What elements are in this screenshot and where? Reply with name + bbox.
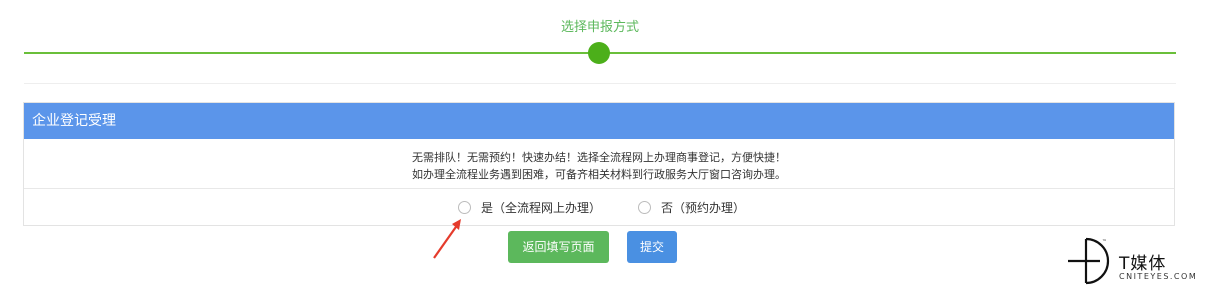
option-yes[interactable]: 是（全流程网上办理） bbox=[458, 199, 601, 216]
step-label: 选择申报方式 bbox=[560, 20, 639, 35]
watermark-subtitle: CNITEYES.COM bbox=[1119, 272, 1198, 281]
red-arrow-icon bbox=[433, 219, 461, 259]
registration-panel: 企业登记受理 无需排队！无需预约！快速办结！选择全流程网上办理商事登记，方便快捷… bbox=[23, 102, 1175, 226]
radio-button-no[interactable] bbox=[638, 201, 651, 214]
panel-message: 无需排队！无需预约！快速办结！选择全流程网上办理商事登记，方便快捷！ 如办理全流… bbox=[24, 139, 1174, 189]
option-no[interactable]: 否（预约办理） bbox=[638, 199, 745, 216]
back-to-edit-button[interactable]: 返回填写页面 bbox=[508, 231, 609, 263]
watermark: ™ T媒体 CNITEYES.COM bbox=[1064, 235, 1214, 287]
option-row: 是（全流程网上办理） 否（预约办理） bbox=[24, 189, 1174, 225]
watermark-logo-icon: ™ bbox=[1068, 237, 1110, 285]
submit-button[interactable]: 提交 bbox=[627, 231, 677, 263]
top-divider bbox=[24, 83, 1176, 84]
panel-header: 企业登记受理 bbox=[24, 103, 1174, 139]
message-line-1: 无需排队！无需预约！快速办结！选择全流程网上办理商事登记，方便快捷！ bbox=[412, 151, 786, 164]
watermark-tm: ™ bbox=[1102, 239, 1107, 245]
radio-button-yes[interactable] bbox=[458, 201, 471, 214]
watermark-title: T媒体 bbox=[1119, 254, 1167, 274]
message-line-2: 如办理全流程业务遇到困难，可备齐相关材料到行政服务大厅窗口咨询办理。 bbox=[412, 168, 786, 181]
option-no-label: 否（预约办理） bbox=[661, 201, 746, 215]
progress-step-dot bbox=[588, 42, 610, 64]
option-yes-label: 是（全流程网上办理） bbox=[481, 201, 602, 215]
